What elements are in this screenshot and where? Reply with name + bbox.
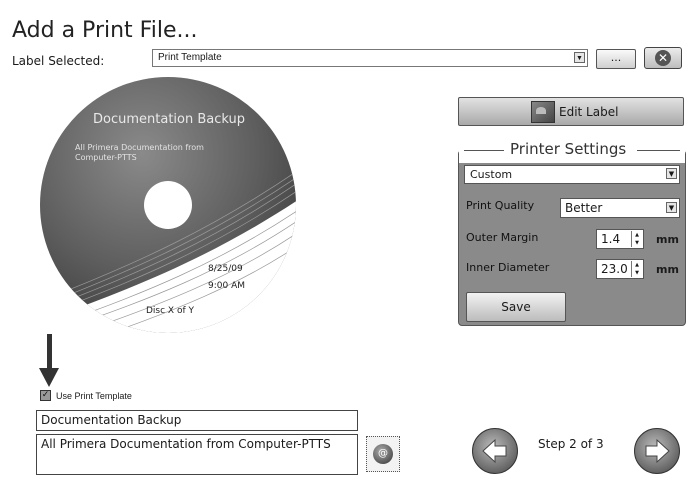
edit-label-text: Edit Label — [559, 105, 619, 119]
save-button[interactable]: Save — [466, 292, 566, 322]
chevron-down-icon[interactable]: ▼ — [666, 202, 677, 213]
inner-diameter-unit: mm — [656, 263, 679, 276]
use-template-checkbox[interactable]: ✓ — [40, 390, 51, 401]
inner-diameter-stepper[interactable]: 23.0 ▲ ▼ — [596, 259, 644, 279]
outer-margin-label: Outer Margin — [466, 231, 539, 244]
label-selected-label: Label Selected: — [12, 54, 105, 68]
spinner-arrows-icon[interactable]: ▲ ▼ — [631, 231, 642, 247]
edit-label-button[interactable]: Edit Label — [458, 97, 684, 126]
disc-number-text: Disc X of Y — [146, 306, 194, 316]
printer-preset-select[interactable]: Custom ▼ — [464, 165, 680, 184]
next-button[interactable] — [634, 428, 680, 474]
outer-margin-stepper[interactable]: 1.4 ▲ ▼ — [596, 229, 644, 249]
disc-subtitle-text: All Primera Documentation from Computer-… — [75, 143, 204, 162]
font-icon: @ — [373, 444, 393, 464]
divider — [464, 150, 504, 151]
use-template-label: Use Print Template — [56, 391, 132, 401]
label-template-value: Print Template — [158, 52, 222, 63]
label-title-input[interactable]: Documentation Backup — [36, 410, 358, 431]
close-icon: ✕ — [655, 50, 671, 66]
print-quality-label: Print Quality — [466, 199, 535, 212]
page-title: Add a Print File... — [12, 18, 198, 43]
browse-button[interactable]: ... — [596, 49, 636, 69]
disc-date-text: 8/25/09 — [208, 264, 243, 274]
arrow-down-icon — [39, 334, 59, 387]
step-indicator: Step 2 of 3 — [538, 437, 604, 451]
next-arrow-icon — [645, 438, 670, 464]
outer-margin-value: 1.4 — [601, 232, 621, 246]
inner-diameter-value: 23.0 — [601, 262, 628, 276]
outer-margin-unit: mm — [656, 233, 679, 246]
edit-label-icon — [531, 101, 555, 123]
label-description-input[interactable]: All Primera Documentation from Computer-… — [36, 434, 358, 475]
back-arrow-icon — [482, 438, 507, 464]
divider — [637, 150, 680, 151]
font-button[interactable]: @ — [366, 436, 400, 472]
print-quality-value: Better — [565, 201, 603, 215]
disc-time-text: 9:00 AM — [208, 281, 245, 291]
disc-title-text: Documentation Backup — [93, 112, 246, 127]
back-button[interactable] — [472, 428, 518, 474]
chevron-down-icon[interactable]: ▼ — [666, 168, 677, 179]
print-quality-select[interactable]: Better ▼ — [560, 198, 680, 218]
spinner-arrows-icon[interactable]: ▲ ▼ — [631, 261, 642, 277]
chevron-down-icon[interactable]: ▼ — [574, 52, 585, 63]
printer-preset-value: Custom — [470, 168, 513, 181]
close-button[interactable]: ✕ — [644, 47, 682, 69]
label-template-select[interactable]: Print Template ▼ — [152, 49, 588, 67]
printer-settings-title: Printer Settings — [510, 140, 627, 158]
inner-diameter-label: Inner Diameter — [466, 261, 550, 274]
